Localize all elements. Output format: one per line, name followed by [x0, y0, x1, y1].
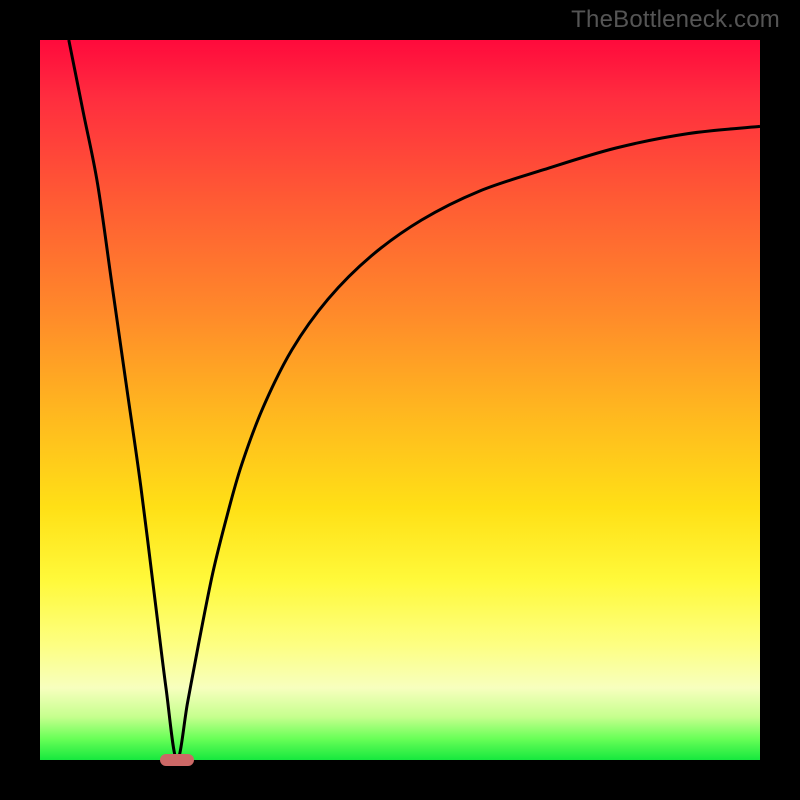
chart-frame: TheBottleneck.com [0, 0, 800, 800]
watermark-text: TheBottleneck.com [571, 6, 780, 34]
optimum-marker [160, 754, 194, 766]
plot-area [40, 40, 760, 760]
curve-path [69, 40, 760, 760]
bottleneck-curve [40, 40, 760, 760]
